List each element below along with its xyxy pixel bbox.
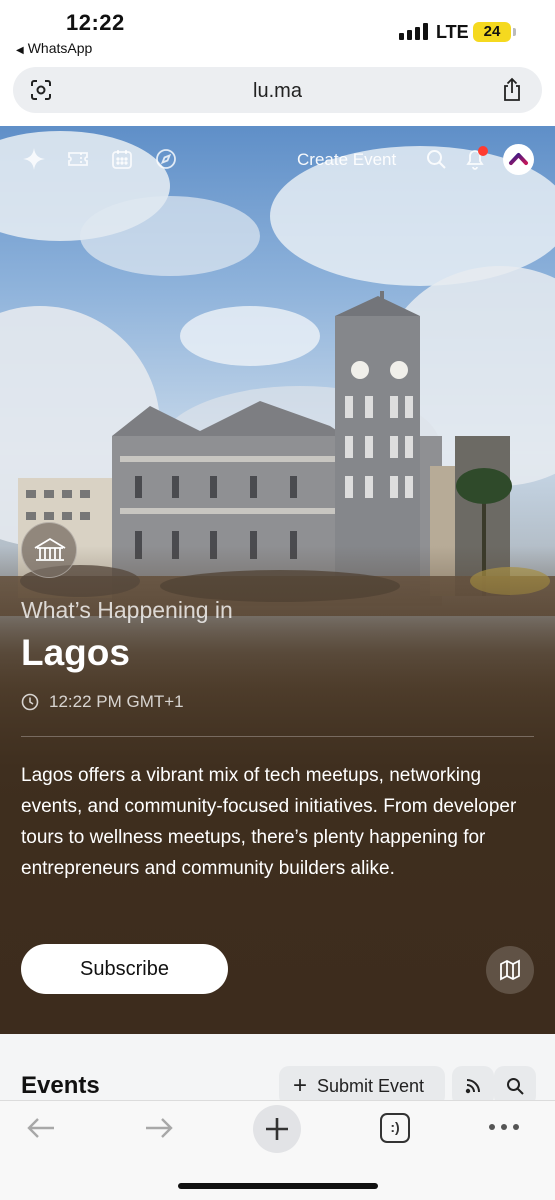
back-app-label: WhatsApp: [27, 40, 93, 56]
city-landmark-badge: [21, 522, 77, 578]
back-to-app-link[interactable]: ◀ WhatsApp: [16, 40, 92, 56]
clock-icon: [21, 693, 39, 711]
rss-icon: [465, 1079, 480, 1094]
ticket-icon[interactable]: [67, 148, 89, 170]
page-title: Lagos: [21, 632, 130, 673]
battery-icon: 24: [473, 22, 516, 42]
calendar-icon[interactable]: [111, 148, 133, 170]
events-heading: Events: [21, 1072, 100, 1099]
address-bar[interactable]: lu.ma: [13, 67, 542, 113]
local-time: 12:22 PM GMT+1: [49, 692, 184, 711]
notification-dot: [478, 146, 488, 156]
battery-level: 24: [483, 23, 501, 40]
more-icon[interactable]: [488, 1117, 520, 1137]
whats-happening-label: What’s Happening in: [21, 597, 233, 623]
site-nav: Create Event: [0, 126, 555, 192]
status-bar: 12:22 ◀ WhatsApp LTE 24: [0, 0, 555, 62]
divider: [21, 736, 534, 737]
avatar[interactable]: [503, 144, 534, 175]
sparkle-icon[interactable]: [23, 148, 45, 170]
browser-url-area: lu.ma: [0, 62, 555, 126]
url-text[interactable]: lu.ma: [13, 80, 542, 103]
subscribe-button[interactable]: Subscribe: [21, 944, 228, 994]
local-time-row: 12:22 PM GMT+1: [21, 692, 184, 712]
new-tab-button[interactable]: [253, 1105, 301, 1153]
back-triangle-icon: ◀: [16, 45, 24, 56]
create-event-link[interactable]: Create Event: [297, 150, 396, 170]
search-icon: [507, 1078, 524, 1095]
home-indicator: [178, 1183, 378, 1189]
compass-icon[interactable]: [155, 148, 177, 170]
city-description: Lagos offers a vibrant mix of tech meetu…: [21, 765, 517, 879]
new-tab-plus-icon: [266, 1118, 288, 1140]
landmark-building-icon: [34, 537, 66, 561]
avatar-logo-icon: [509, 153, 528, 165]
network-type: LTE: [436, 22, 469, 42]
tabs-label: :): [390, 1119, 400, 1135]
signal-strength-icon: [399, 22, 428, 40]
map-button[interactable]: [486, 946, 534, 994]
back-arrow-icon[interactable]: [24, 1111, 58, 1145]
submit-event-label: Submit Event: [317, 1076, 425, 1096]
search-icon[interactable]: [425, 148, 447, 170]
map-icon: [500, 959, 520, 981]
status-time: 12:22: [66, 10, 125, 35]
plus-icon: +: [293, 1072, 308, 1099]
tabs-icon[interactable]: :): [380, 1113, 410, 1143]
rss-button[interactable]: [452, 1066, 494, 1100]
share-icon[interactable]: [500, 77, 524, 103]
forward-arrow-icon[interactable]: [142, 1111, 176, 1145]
events-search-button[interactable]: [494, 1066, 536, 1100]
submit-event-button[interactable]: + Submit Event: [279, 1066, 445, 1100]
events-section: Events + Submit Event: [0, 1034, 555, 1100]
city-hero: Create Event What’s Happening in Lagos 1: [0, 126, 555, 1034]
